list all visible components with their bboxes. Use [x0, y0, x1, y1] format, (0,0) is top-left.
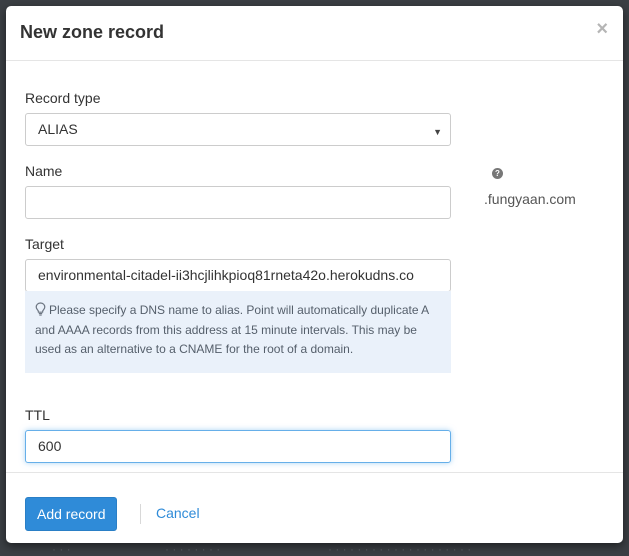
record-type-label: Record type — [25, 90, 101, 106]
modal-title: New zone record — [20, 22, 165, 42]
target-input[interactable]: environmental-citadel-ii3hcjlihkpioq81rn… — [25, 259, 451, 292]
question-circle-icon[interactable]: ? — [492, 168, 503, 179]
ttl-input[interactable]: 600 — [25, 430, 451, 463]
lightbulb-icon — [35, 302, 46, 316]
modal-footer: Add record Cancel — [6, 472, 623, 544]
chevron-down-icon: ▼ — [433, 127, 442, 137]
record-type-select[interactable]: ALIAS ▼ — [25, 113, 451, 146]
target-help-text: Please specify a DNS name to alias. Poin… — [35, 303, 429, 356]
modal-header: New zone record × — [6, 6, 623, 61]
new-zone-record-modal: New zone record × Record type ALIAS ▼ ? … — [6, 6, 623, 543]
name-label: Name — [25, 163, 63, 179]
target-help-box: Please specify a DNS name to alias. Poin… — [25, 291, 451, 373]
name-input[interactable] — [25, 186, 451, 219]
cancel-link[interactable]: Cancel — [156, 505, 200, 521]
close-button[interactable]: × — [596, 19, 608, 39]
modal-body: Record type ALIAS ▼ ? Name .fungyaan.com… — [6, 61, 623, 472]
target-label: Target — [25, 236, 64, 252]
ttl-label: TTL — [25, 407, 50, 423]
domain-suffix: .fungyaan.com — [484, 191, 576, 207]
footer-divider — [140, 504, 141, 524]
record-type-value: ALIAS — [38, 121, 78, 137]
add-record-button[interactable]: Add record — [25, 497, 118, 531]
